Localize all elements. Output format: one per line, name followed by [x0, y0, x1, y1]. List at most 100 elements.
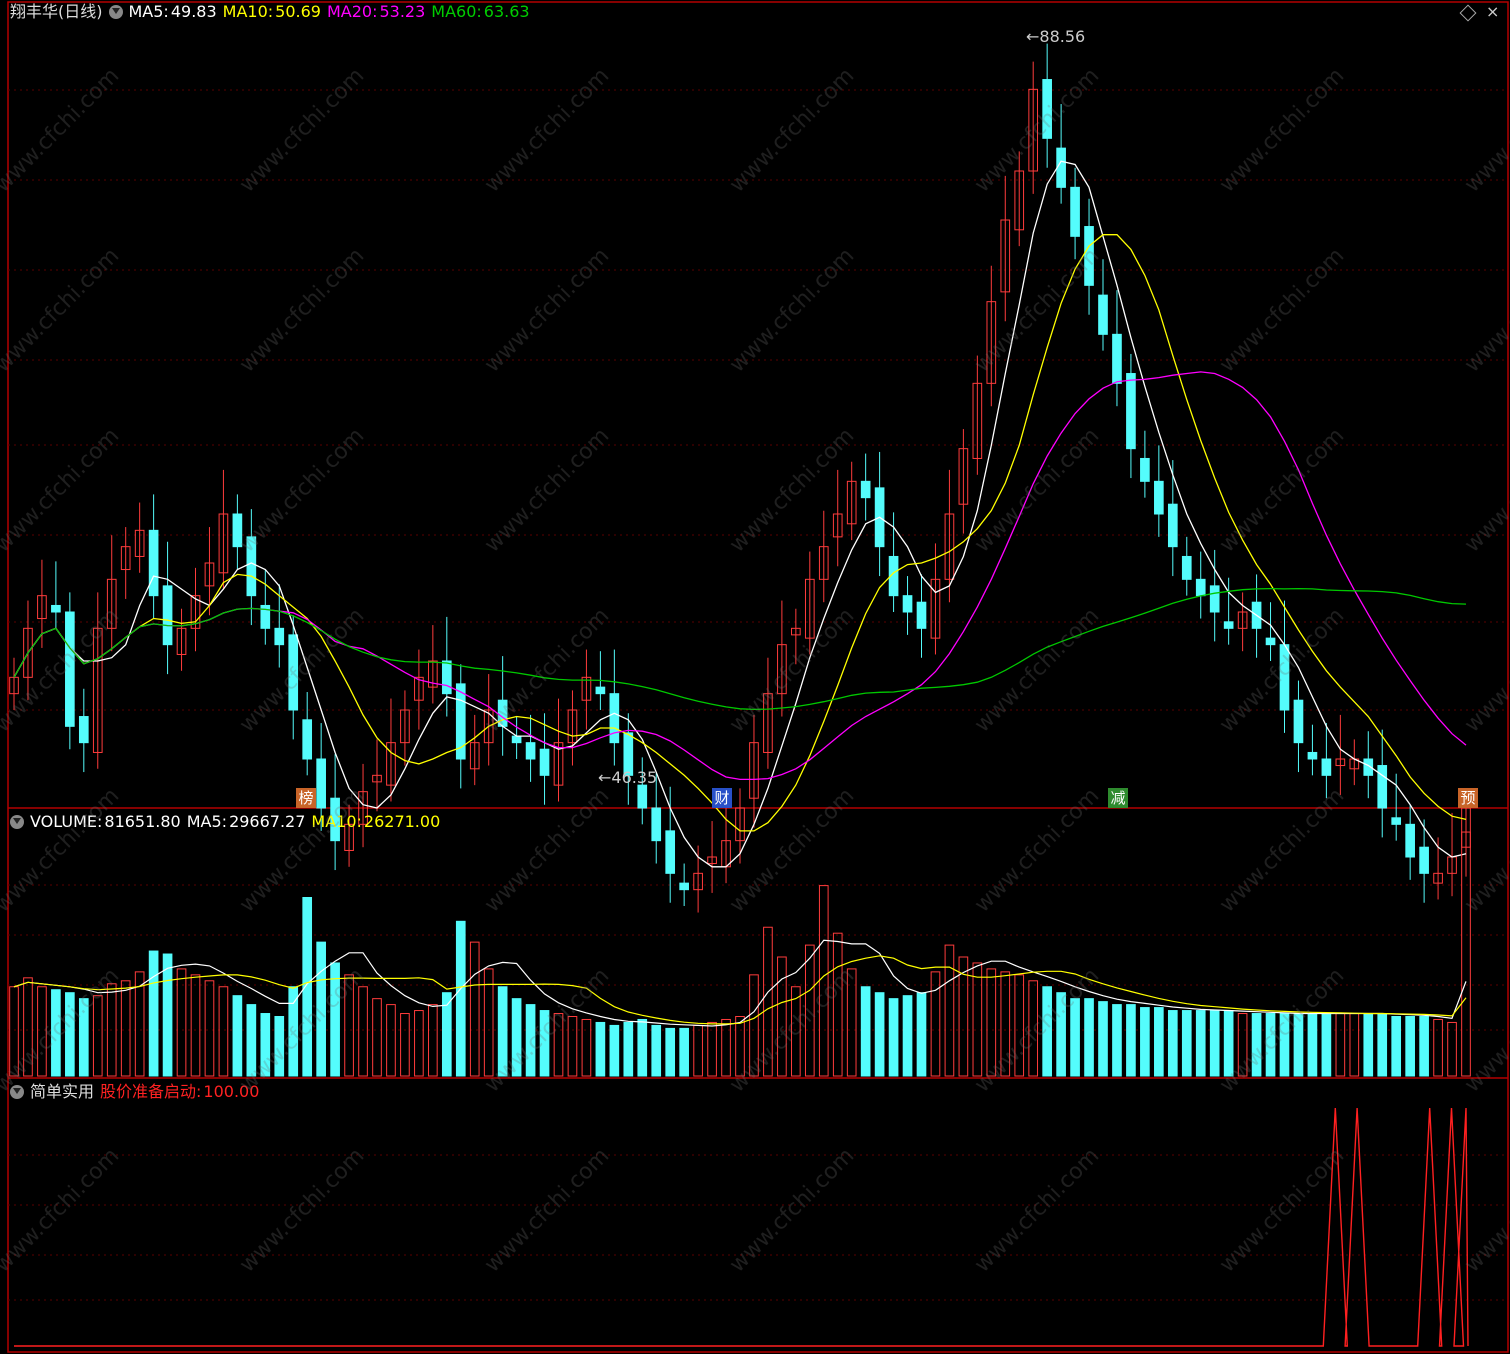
volume-bar	[176, 968, 187, 1077]
volume-bar	[316, 941, 326, 1077]
candle-body	[441, 660, 452, 695]
volume-bar	[1349, 1013, 1360, 1077]
indicator-dropdown-icon[interactable]	[10, 1085, 24, 1099]
ma5-label: MA5:	[128, 2, 169, 21]
volume-bar	[1070, 998, 1080, 1077]
ma60-label: MA60:	[431, 2, 482, 21]
volume-bar	[92, 995, 103, 1077]
close-icon[interactable]: ×	[1486, 2, 1499, 22]
ma10-line	[13, 234, 1467, 832]
volume-bar	[1028, 980, 1039, 1077]
volume-bar	[414, 1010, 424, 1077]
candle-body	[288, 634, 299, 711]
volume-ma10-line	[13, 955, 1467, 1025]
candle-body	[679, 882, 689, 891]
volume-bar	[51, 989, 61, 1077]
volume-dropdown-icon[interactable]	[10, 815, 24, 829]
candle-body	[1084, 226, 1094, 286]
volume-bar	[804, 944, 815, 1077]
volume-bar	[246, 1004, 257, 1077]
candle-body	[609, 693, 620, 744]
candle-body	[1209, 585, 1220, 613]
candle-body	[916, 601, 927, 629]
volume-bar	[874, 992, 885, 1077]
volume-bar	[860, 986, 871, 1077]
candle-body	[246, 536, 257, 597]
candle-body	[162, 585, 173, 646]
candle-body	[1126, 373, 1136, 450]
volume-bar	[986, 968, 997, 1077]
volume-bar	[344, 974, 354, 1077]
volume-bar	[525, 1004, 536, 1077]
settings-dropdown-icon[interactable]	[108, 5, 123, 19]
stock-name[interactable]: 翔丰华(日线)	[10, 2, 103, 21]
volume-bar	[1237, 1013, 1248, 1077]
candle-body	[232, 513, 243, 548]
candle-body	[1140, 457, 1150, 482]
volume-bar	[832, 932, 843, 1077]
volume-header: VOLUME: 81651.80 MA5: 29667.27 MA10: 26271.00	[10, 812, 446, 832]
volume-bar	[944, 944, 955, 1077]
candle-body	[637, 784, 648, 809]
volume-bar	[693, 1024, 703, 1077]
volume-bar	[37, 986, 47, 1077]
volume-label: VOLUME:	[30, 812, 103, 831]
volume-bar	[1265, 1013, 1276, 1077]
volume-bar	[1209, 1010, 1220, 1077]
volume-bar	[1363, 1013, 1374, 1077]
volume-bar	[902, 995, 913, 1077]
vol-ma10-label: MA10:	[311, 812, 362, 831]
low-price-value: 46.35	[611, 768, 658, 787]
candle-body	[148, 529, 159, 597]
volume-bar	[637, 1018, 648, 1077]
volume-ma5-line	[13, 939, 1467, 1027]
volume-bar	[1000, 971, 1011, 1077]
volume-bar	[162, 953, 173, 1077]
volume-bar	[1140, 1007, 1150, 1077]
candle-body	[1070, 186, 1080, 237]
candle-body	[1223, 621, 1234, 629]
volume-bar	[539, 1010, 550, 1077]
signal-line	[14, 1107, 1469, 1347]
event-tag-bang[interactable]: 榜	[296, 788, 316, 808]
volume-value: 81651.80	[104, 812, 181, 831]
volume-bar	[1293, 1013, 1304, 1077]
ma20-label: MA20:	[326, 2, 378, 21]
volume-bar	[1223, 1010, 1234, 1077]
vol-ma10-value: 26271.00	[363, 812, 441, 831]
candle-body	[1154, 480, 1164, 515]
candle-body	[302, 719, 313, 760]
volume-bar	[651, 1024, 662, 1077]
candle-body	[1279, 644, 1290, 711]
volume-bar	[23, 977, 33, 1077]
candle-body	[1293, 699, 1304, 744]
volume-bar	[372, 998, 382, 1077]
candle-body	[1195, 578, 1206, 597]
ma60-value: 63.63	[483, 2, 530, 21]
high-price-label: ←88.56	[1026, 27, 1091, 47]
stock-chart[interactable]	[0, 0, 1510, 1354]
candle-body	[1042, 79, 1052, 139]
event-tag-cai[interactable]: 财	[712, 788, 732, 808]
volume-bar	[818, 885, 829, 1077]
ma20-line	[13, 371, 1467, 781]
volume-bar	[1014, 974, 1025, 1077]
candle-body	[525, 742, 536, 760]
volume-bar	[1377, 1013, 1388, 1077]
volume-bar	[665, 1027, 676, 1077]
candle-body	[651, 807, 662, 842]
volume-bar	[1321, 1013, 1332, 1077]
volume-bar	[1056, 992, 1066, 1077]
event-tag-yu[interactable]: 预	[1458, 788, 1478, 808]
candle-body	[1056, 147, 1066, 188]
candle-body	[1391, 817, 1402, 825]
volume-bar	[623, 1021, 634, 1077]
indicator-name[interactable]: 简单实用	[30, 1082, 94, 1101]
volume-bar	[260, 1013, 271, 1077]
volume-bar	[735, 1016, 745, 1077]
volume-bar	[218, 986, 229, 1077]
volume-bar	[595, 1021, 606, 1077]
event-tag-jian[interactable]: 减	[1108, 788, 1128, 808]
vol-ma5-value: 29667.27	[229, 812, 306, 831]
volume-bar	[1126, 1004, 1136, 1077]
